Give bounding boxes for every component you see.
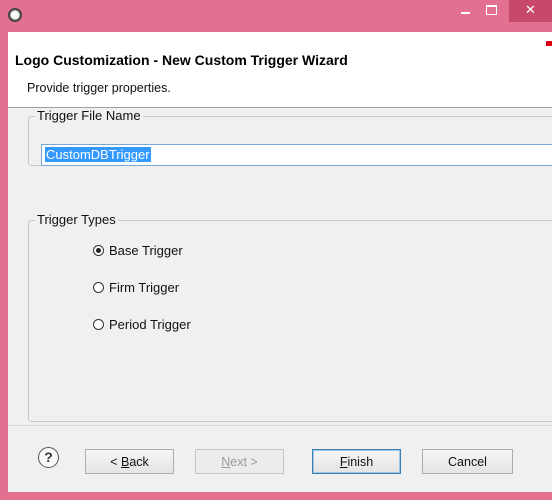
trigger-types-group: Trigger Types Base Trigger Firm Trigger … [28,212,552,422]
wizard-header: Logo Customization - New Custom Trigger … [8,32,552,108]
close-icon: ✕ [525,2,536,17]
cancel-button[interactable]: Cancel [422,449,513,474]
radio-period-trigger[interactable]: Period Trigger [93,315,191,333]
help-icon[interactable]: ? [38,447,59,468]
back-button-prefix: < [110,455,121,469]
back-button-label: ack [129,455,149,469]
trigger-types-legend: Trigger Types [35,212,118,227]
next-button[interactable]: Next > [195,449,284,474]
next-button-label: ext > [230,455,258,469]
trigger-file-name-group: Trigger File Name CustomDBTrigger [28,108,552,166]
radio-base-trigger[interactable]: Base Trigger [93,241,183,259]
eclipse-app-icon[interactable] [8,8,22,22]
radio-base-trigger-icon[interactable] [93,244,104,256]
header-mark [546,41,552,46]
radio-firm-trigger-icon[interactable] [93,281,104,293]
trigger-file-name-value: CustomDBTrigger [45,147,151,162]
wizard-title: Logo Customization - New Custom Trigger … [15,52,348,68]
maximize-icon [485,5,497,15]
radio-firm-trigger[interactable]: Firm Trigger [93,278,179,296]
minimize-icon [460,12,470,14]
back-button[interactable]: < Back [85,449,174,474]
close-button[interactable]: ✕ [509,0,552,22]
title-bar[interactable]: ✕ [0,0,552,32]
wizard-client-area: Logo Customization - New Custom Trigger … [8,32,552,492]
trigger-file-name-legend: Trigger File Name [35,108,143,123]
maximize-button[interactable] [478,0,504,22]
bottom-separator [8,425,552,426]
radio-firm-trigger-label: Firm Trigger [109,279,180,295]
wizard-description: Provide trigger properties. [27,81,171,95]
wizard-window: ✕ Logo Customization - New Custom Trigge… [0,0,552,500]
trigger-file-name-input[interactable]: CustomDBTrigger [41,144,552,166]
minimize-button[interactable] [452,0,478,22]
finish-button-label: inish [347,455,374,469]
radio-period-trigger-icon[interactable] [93,318,104,330]
finish-button[interactable]: Finish [312,449,401,474]
radio-base-trigger-label: Base Trigger [109,242,183,258]
next-button-mnemonic: N [221,455,231,469]
radio-period-trigger-label: Period Trigger [109,316,191,332]
